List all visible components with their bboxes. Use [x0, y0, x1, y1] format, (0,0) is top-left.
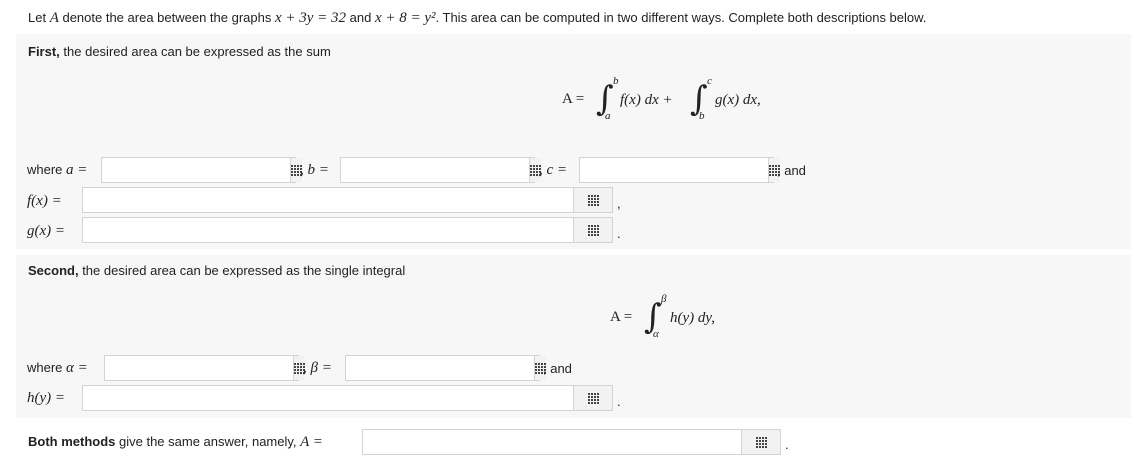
equation-parabola: x + 8 = y² — [374, 10, 436, 26]
alpha-input[interactable] — [105, 356, 293, 380]
f-suffix: , — [617, 196, 621, 211]
keypad-grid-icon — [755, 436, 767, 448]
h-input[interactable] — [83, 386, 573, 410]
keypad-grid-icon — [587, 392, 599, 404]
beta-label: , β = — [303, 360, 332, 376]
final-area-input[interactable] — [363, 430, 741, 454]
int2-upper-limit: c — [707, 75, 712, 87]
c-input[interactable] — [580, 158, 768, 182]
h-keypad-button[interactable] — [573, 386, 612, 410]
intro-text-2: denote the area between the graphs — [58, 10, 275, 25]
formula-lhs: A = — [562, 91, 585, 107]
final-suffix: . — [785, 437, 789, 452]
problem-statement: Let A denote the area between the graphs… — [28, 10, 926, 26]
h-suffix: . — [617, 394, 621, 409]
where-label-1: where a = — [27, 162, 88, 178]
and-text-2: , and — [543, 361, 572, 376]
beta-input[interactable] — [346, 356, 534, 380]
h-label: h(y) = — [27, 390, 66, 406]
first-heading: First, the desired area can be expressed… — [28, 44, 331, 60]
intro-text-3: and — [346, 10, 375, 25]
second-bold: Second, — [28, 263, 79, 278]
g-label: g(x) = — [27, 223, 66, 239]
and-text-1: , and — [777, 163, 806, 178]
int2-lower-limit: b — [699, 110, 705, 122]
final-area-field[interactable] — [362, 429, 781, 455]
f-label: f(x) = — [27, 193, 62, 209]
alpha-field[interactable] — [104, 355, 305, 381]
intro-text-1: Let — [28, 10, 50, 25]
first-rest: the desired area can be expressed as the… — [59, 44, 331, 59]
a-label: a = — [66, 162, 88, 178]
keypad-grid-icon — [587, 224, 599, 236]
f-field[interactable] — [82, 187, 613, 213]
f-input[interactable] — [83, 188, 573, 212]
second-heading: Second, the desired area can be expresse… — [28, 263, 405, 279]
beta-field[interactable] — [345, 355, 546, 381]
final-rest: give the same answer, namely, — [115, 434, 301, 449]
b-input[interactable] — [341, 158, 529, 182]
g-keypad-button[interactable] — [573, 218, 612, 242]
second-rest: the desired area can be expressed as the… — [78, 263, 406, 278]
g-input[interactable] — [83, 218, 573, 242]
int1-lower-limit: a — [605, 110, 611, 122]
first-bold: First, — [28, 44, 60, 59]
where-label-2: where α = — [27, 360, 88, 376]
a-input[interactable] — [102, 158, 290, 182]
int3-body: h(y) dy, — [670, 310, 715, 326]
int2-body: g(x) dx, — [715, 92, 761, 108]
area-symbol: A — [49, 10, 59, 26]
g-suffix: . — [617, 226, 621, 241]
b-label: , b = — [300, 162, 329, 178]
final-keypad-button[interactable] — [741, 430, 780, 454]
b-field[interactable] — [340, 157, 541, 183]
f-keypad-button[interactable] — [573, 188, 612, 212]
c-field[interactable] — [579, 157, 780, 183]
c-label: , c = — [539, 162, 568, 178]
keypad-grid-icon — [587, 194, 599, 206]
intro-text-4: . This area can be computed in two diffe… — [435, 10, 927, 25]
formula2-lhs: A = — [610, 309, 633, 325]
alpha-label: α = — [66, 360, 88, 376]
int1-upper-limit: b — [613, 75, 619, 87]
alpha-lower-limit: α — [653, 328, 659, 340]
g-field[interactable] — [82, 217, 613, 243]
final-bold: Both methods — [28, 434, 116, 449]
h-field[interactable] — [82, 385, 613, 411]
equation-line: x + 3y = 32 — [274, 10, 347, 26]
final-statement: Both methods give the same answer, namel… — [28, 434, 323, 450]
beta-upper-limit: β — [661, 293, 667, 305]
int1-body: f(x) dx + — [620, 92, 673, 108]
final-A-label: A = — [300, 434, 323, 450]
a-field[interactable] — [101, 157, 302, 183]
